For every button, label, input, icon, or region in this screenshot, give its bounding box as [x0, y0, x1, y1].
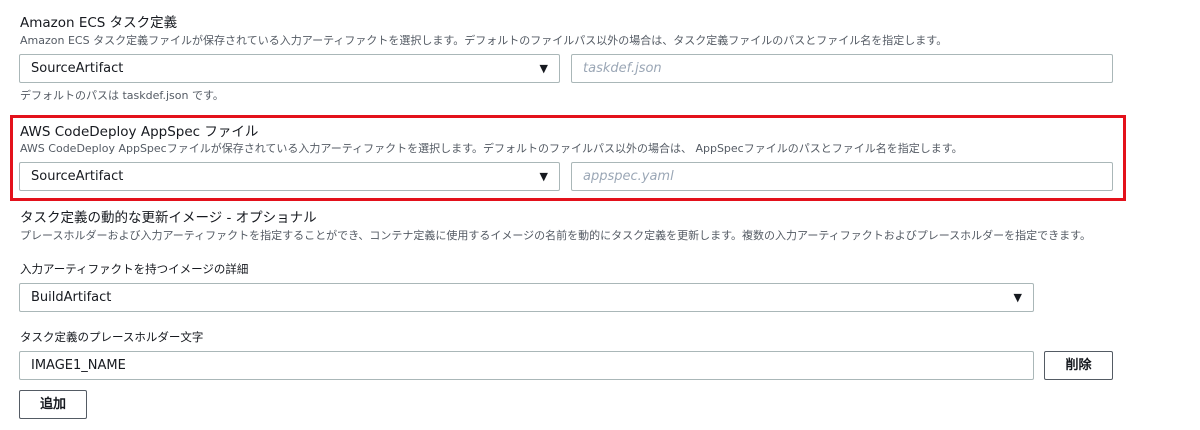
- ecs-task-def-hint: デフォルトのパスは taskdef.json です。: [20, 89, 224, 102]
- placeholder-input[interactable]: IMAGE1_NAME: [19, 351, 1034, 380]
- ecs-task-def-description: Amazon ECS タスク定義ファイルが保存されている入力アーティファクトを選…: [20, 34, 948, 47]
- ecs-task-def-title: Amazon ECS タスク定義: [20, 15, 178, 31]
- appspec-path-placeholder: appspec.yaml: [583, 169, 674, 184]
- appspec-title: AWS CodeDeploy AppSpec ファイル: [20, 124, 259, 140]
- ecs-task-def-artifact-select[interactable]: SourceArtifact ▼: [19, 54, 560, 83]
- remove-button[interactable]: 削除: [1044, 351, 1113, 380]
- appspec-path-input[interactable]: appspec.yaml: [571, 162, 1113, 191]
- appspec-description: AWS CodeDeploy AppSpecファイルが保存されている入力アーティ…: [20, 142, 963, 155]
- dynamic-image-title: タスク定義の動的な更新イメージ - オプショナル: [20, 210, 317, 226]
- chevron-down-icon: ▼: [1013, 291, 1022, 304]
- ecs-task-def-path-placeholder: taskdef.json: [583, 61, 662, 76]
- image-details-select[interactable]: BuildArtifact ▼: [19, 283, 1034, 312]
- appspec-artifact-value: SourceArtifact: [31, 169, 124, 184]
- add-button[interactable]: 追加: [19, 390, 87, 419]
- placeholder-label: タスク定義のプレースホルダー文字: [20, 330, 204, 344]
- image-details-label: 入力アーティファクトを持つイメージの詳細: [20, 262, 249, 276]
- dynamic-image-description: プレースホルダーおよび入力アーティファクトを指定することができ、コンテナ定義に使…: [20, 229, 1092, 242]
- appspec-artifact-select[interactable]: SourceArtifact ▼: [19, 162, 560, 191]
- chevron-down-icon: ▼: [539, 62, 548, 75]
- ecs-task-def-artifact-value: SourceArtifact: [31, 61, 124, 76]
- chevron-down-icon: ▼: [539, 170, 548, 183]
- placeholder-input-value: IMAGE1_NAME: [31, 358, 126, 373]
- image-details-value: BuildArtifact: [31, 290, 112, 305]
- ecs-task-def-path-input[interactable]: taskdef.json: [571, 54, 1113, 83]
